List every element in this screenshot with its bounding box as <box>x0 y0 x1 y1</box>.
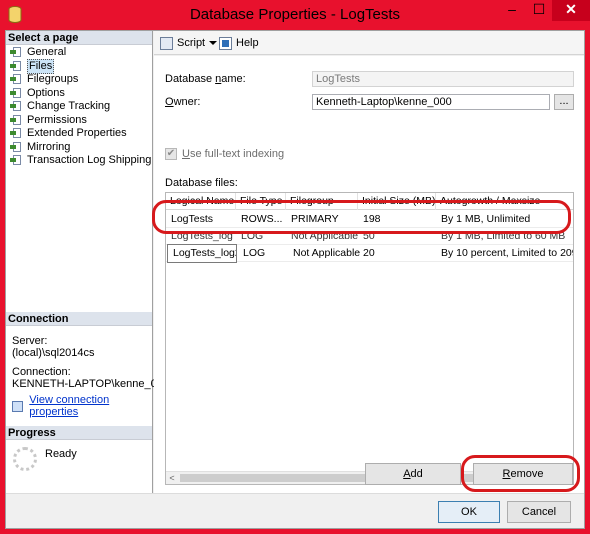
page-icon <box>10 128 22 139</box>
cell-autogrowth[interactable]: By 10 percent, Limited to 209... <box>436 245 573 262</box>
select-page-header: Select a page <box>6 31 152 45</box>
progress-header: Progress <box>6 426 152 440</box>
help-label: Help <box>236 37 259 49</box>
close-button[interactable]: ✕ <box>552 0 590 21</box>
page-icon <box>10 60 22 72</box>
cancel-button[interactable]: Cancel <box>507 501 571 523</box>
table-row[interactable]: LogTests_log2 LOG Not Applicable 20 By 1… <box>166 244 573 263</box>
cell-file-type[interactable]: ROWS... <box>236 211 286 228</box>
page-icon <box>10 101 22 112</box>
dialog-client: Select a page General Files Filegroups O… <box>5 30 585 529</box>
files-page: Database name: LogTests Owner: Kenneth-L… <box>154 56 584 493</box>
page-icon <box>10 87 22 99</box>
fulltext-checkbox: ✔ <box>165 148 177 160</box>
owner-field[interactable]: Kenneth-Laptop\kenne_000 <box>312 94 550 110</box>
page-icon <box>10 47 22 58</box>
database-name-label: Database name: <box>165 73 246 85</box>
cell-filegroup[interactable]: PRIMARY <box>286 211 358 228</box>
minimize-button[interactable]: – <box>498 0 526 21</box>
script-icon <box>160 36 173 50</box>
dialog-footer: OK Cancel <box>6 493 584 528</box>
page-item-label: Files <box>27 58 55 74</box>
page-item-extended-properties[interactable]: Extended Properties <box>6 127 152 141</box>
database-files-label: Database files: <box>165 177 238 189</box>
server-label: Server: <box>12 335 48 347</box>
cell-initial-size[interactable]: 50 <box>358 228 436 245</box>
grid-header: Logical Name File Type Filegroup Initial… <box>166 193 573 210</box>
page-item-label: Filegroups <box>27 73 79 85</box>
cell-file-type[interactable]: LOG <box>236 228 286 245</box>
owner-browse-button[interactable]: ... <box>554 94 574 110</box>
connection-label: Connection: <box>12 366 71 378</box>
view-connection-properties[interactable]: View connection properties <box>12 394 152 418</box>
properties-icon <box>12 400 24 412</box>
column-header-logical-name[interactable]: Logical Name <box>166 193 236 210</box>
page-item-label: Options <box>27 86 65 99</box>
page-item-permissions[interactable]: Permissions <box>6 114 152 128</box>
remove-button[interactable]: Remove <box>473 463 573 485</box>
connection-value: KENNETH-LAPTOP\kenne_000 <box>12 378 169 390</box>
page-item-label: Mirroring <box>27 140 71 153</box>
scroll-left-icon[interactable]: < <box>166 472 178 484</box>
page-item-transaction-log-shipping[interactable]: Transaction Log Shipping <box>6 154 152 168</box>
page-item-label: General <box>27 46 67 58</box>
page-icon <box>10 114 22 126</box>
page-item-change-tracking[interactable]: Change Tracking <box>6 100 152 114</box>
cell-initial-size[interactable]: 20 <box>358 245 436 262</box>
page-item-mirroring[interactable]: Mirroring <box>6 141 152 155</box>
connection-info: Server: (local)\sql2014cs Connection: KE… <box>12 335 169 390</box>
cell-logical-name[interactable]: LogTests <box>166 211 236 228</box>
page-item-general[interactable]: General <box>6 46 152 60</box>
page-item-label: Transaction Log Shipping <box>27 154 152 166</box>
connection-header: Connection <box>6 312 152 326</box>
page-icon <box>10 74 22 85</box>
column-header-autogrowth[interactable]: Autogrowth / Maxsize <box>436 193 573 210</box>
page-item-label: Change Tracking <box>27 100 111 112</box>
help-icon <box>219 36 232 50</box>
toolbar: Script Help <box>154 31 584 55</box>
page-item-label: Permissions <box>27 113 87 126</box>
page-list: General Files Filegroups Options Change … <box>6 45 152 168</box>
ok-button[interactable]: OK <box>438 501 500 523</box>
cell-autogrowth[interactable]: By 1 MB, Limited to 60 MB <box>436 228 573 245</box>
maximize-button[interactable]: ☐ <box>526 0 552 21</box>
left-panel: Select a page General Files Filegroups O… <box>6 31 169 493</box>
table-row[interactable]: LogTests ROWS... PRIMARY 198 By 1 MB, Un… <box>166 211 573 228</box>
database-files-grid: Logical Name File Type Filegroup Initial… <box>165 192 574 485</box>
page-icon <box>10 141 22 153</box>
page-icon <box>10 155 22 166</box>
page-item-options[interactable]: Options <box>6 87 152 101</box>
cell-filegroup[interactable]: Not Applicable <box>286 228 358 245</box>
cell-logical-name[interactable]: LogTests_log <box>166 228 236 245</box>
server-value: (local)\sql2014cs <box>12 347 95 359</box>
column-header-filegroup[interactable]: Filegroup <box>286 193 358 210</box>
database-properties-window: Database Properties - LogTests – ☐ ✕ Sel… <box>0 0 590 534</box>
progress-spinner-icon <box>13 447 37 471</box>
page-item-filegroups[interactable]: Filegroups <box>6 73 152 87</box>
page-item-files[interactable]: Files <box>6 58 152 74</box>
database-name-field: LogTests <box>312 71 574 87</box>
column-header-initial-size[interactable]: Initial Size (MB) <box>358 193 436 210</box>
progress-status: Ready <box>45 448 77 460</box>
title-bar[interactable]: Database Properties - LogTests – ☐ ✕ <box>0 0 590 30</box>
cell-initial-size[interactable]: 198 <box>358 211 436 228</box>
help-button[interactable]: Help <box>219 35 259 51</box>
cell-filegroup[interactable]: Not Applicable <box>288 245 360 262</box>
owner-label: Owner: <box>165 96 201 108</box>
column-header-file-type[interactable]: File Type <box>236 193 286 210</box>
cell-autogrowth[interactable]: By 1 MB, Unlimited <box>436 211 573 228</box>
cell-file-type[interactable]: LOG <box>238 245 288 262</box>
script-button[interactable]: Script <box>160 35 205 51</box>
add-button[interactable]: Add <box>365 463 461 485</box>
view-connection-link[interactable]: View connection properties <box>29 394 152 418</box>
page-item-label: Extended Properties <box>27 127 127 139</box>
table-row[interactable]: LogTests_log LOG Not Applicable 50 By 1 … <box>166 228 573 245</box>
script-label: Script <box>177 37 206 49</box>
script-dropdown-icon[interactable] <box>209 41 217 45</box>
fulltext-label: Use full-text indexing <box>182 148 285 160</box>
cell-logical-name-editing[interactable]: LogTests_log2 <box>167 244 237 263</box>
